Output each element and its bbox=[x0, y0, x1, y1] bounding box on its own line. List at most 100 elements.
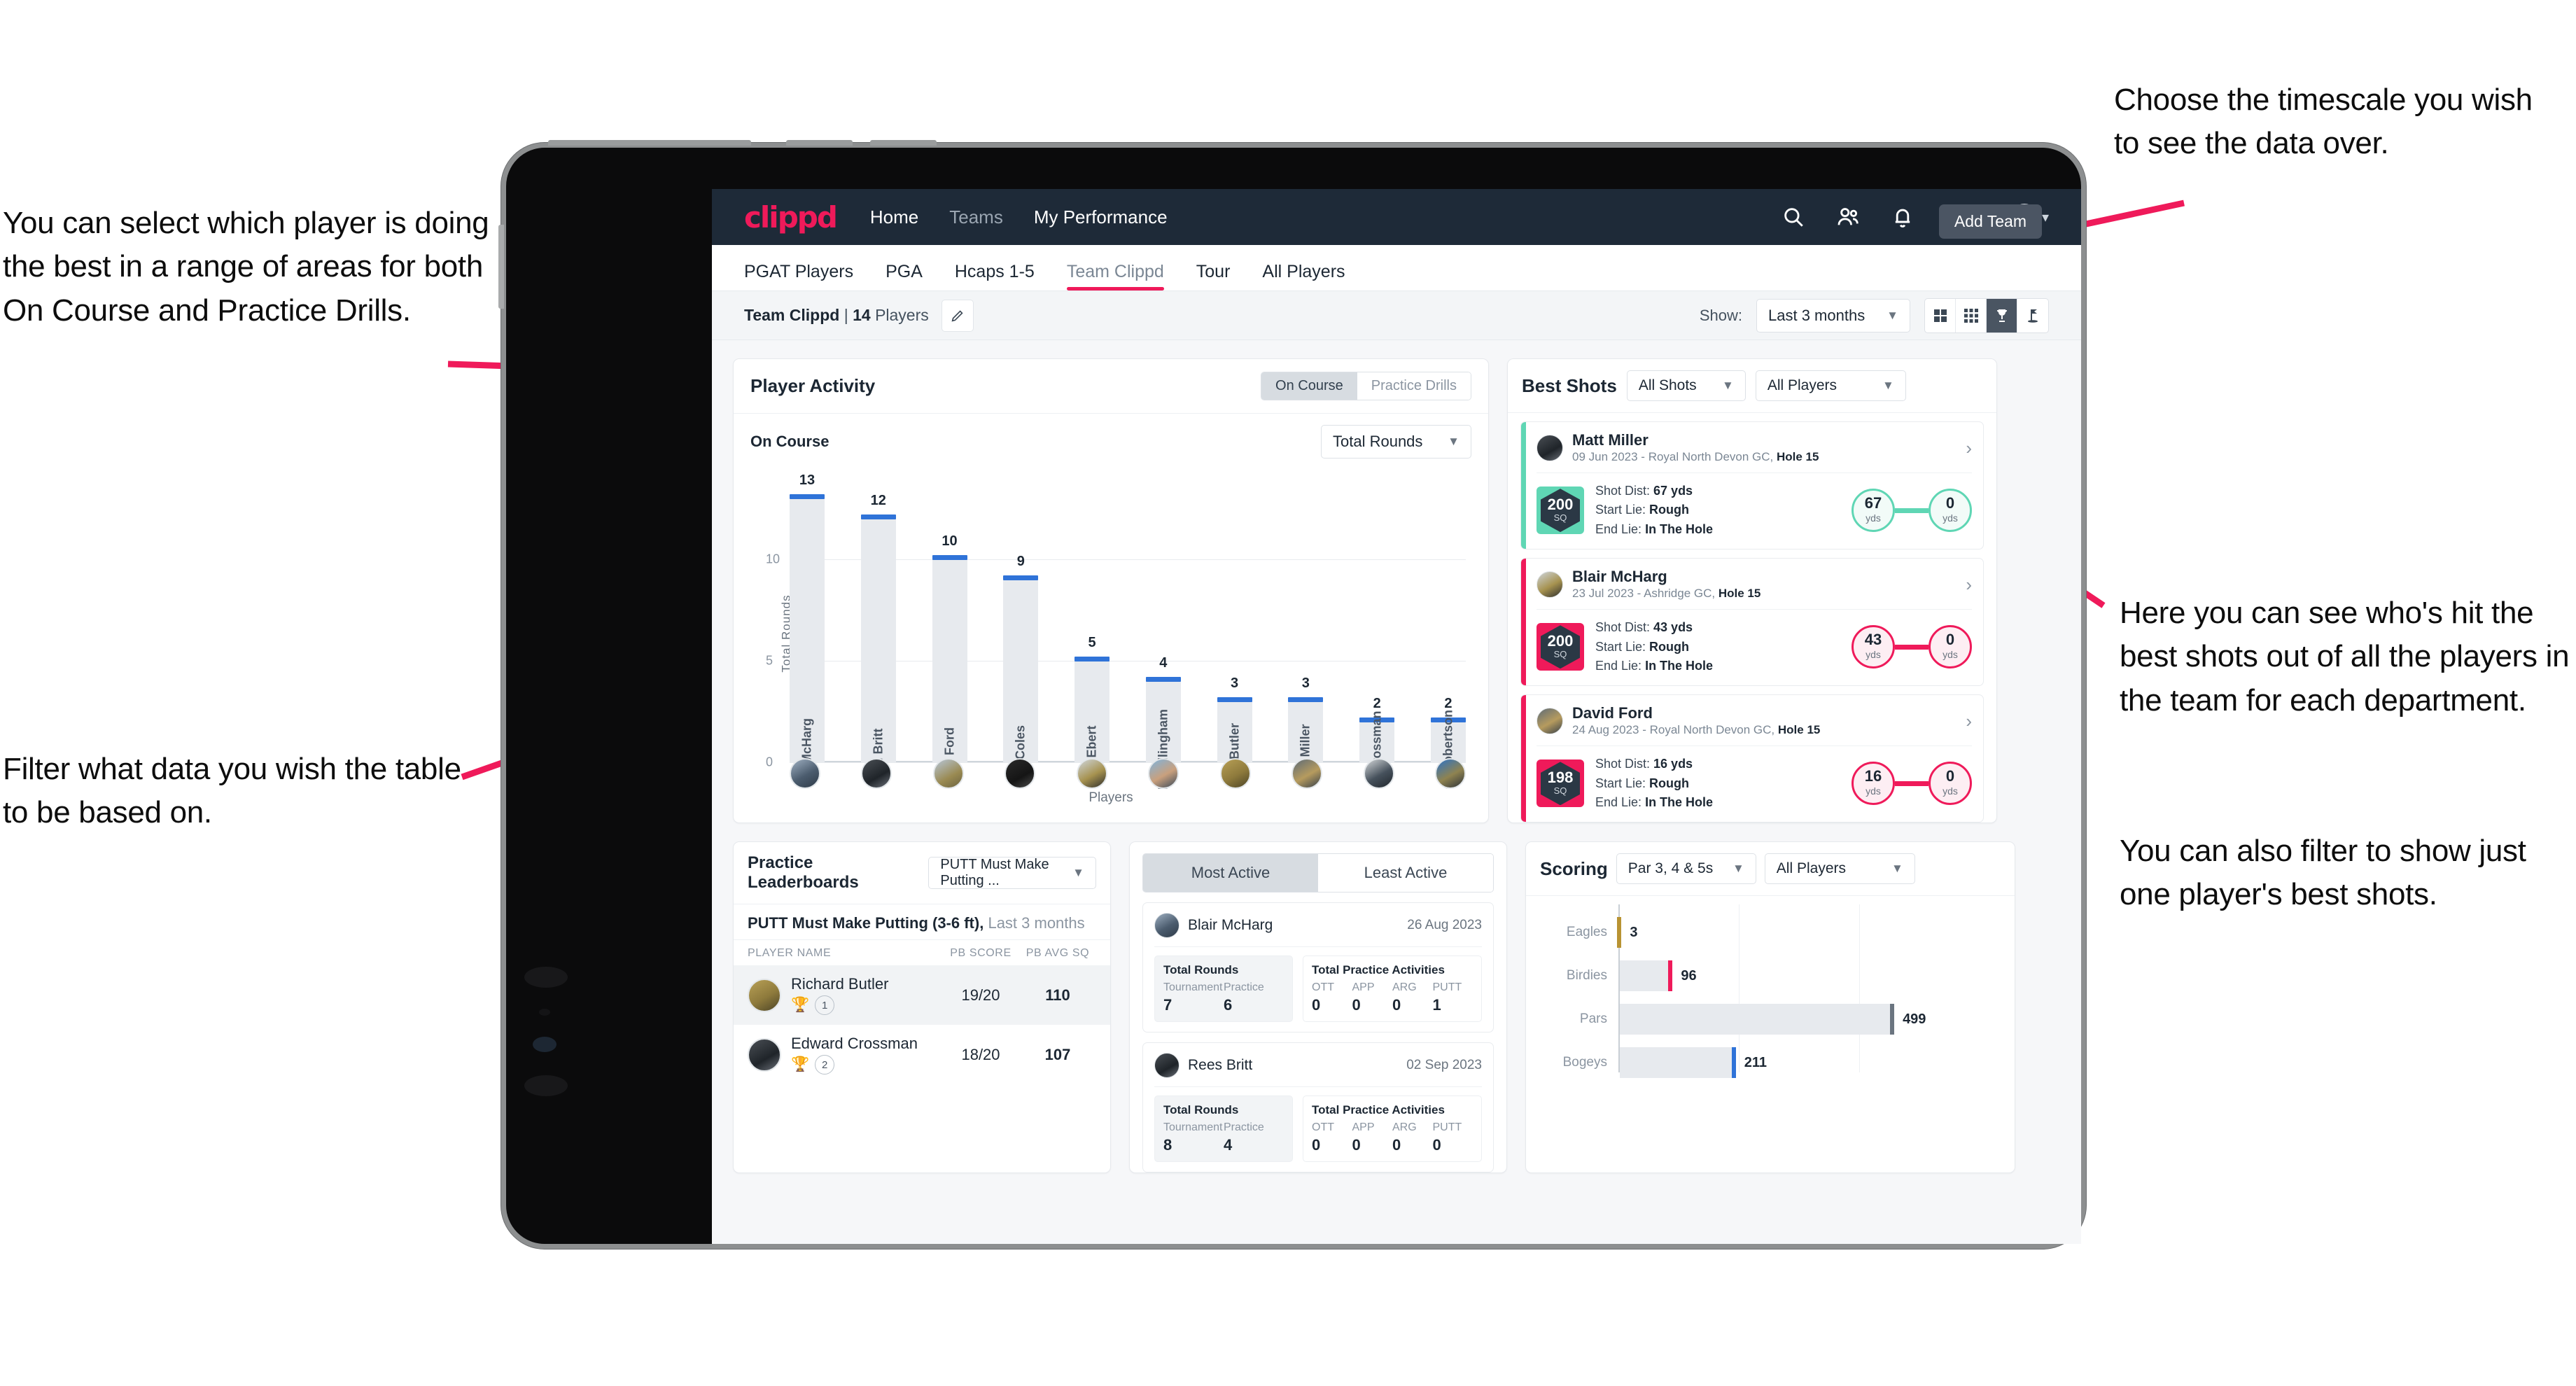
view-golf-flag-button[interactable] bbox=[2017, 299, 2048, 332]
chart-bar-group[interactable]: 12 R. Britt bbox=[860, 478, 896, 771]
player-avatar[interactable] bbox=[861, 758, 892, 789]
player-avatar[interactable] bbox=[932, 758, 964, 789]
chart-bar[interactable] bbox=[1620, 960, 1673, 992]
annotation-select-player: You can select which player is doing the… bbox=[3, 206, 489, 328]
player-avatar[interactable] bbox=[1076, 758, 1107, 789]
view-grid-3x3-button[interactable] bbox=[1956, 298, 1987, 332]
player-filter-value: All Players bbox=[1767, 377, 1837, 393]
tab-hcaps-1-5[interactable]: Hcaps 1-5 bbox=[955, 262, 1035, 290]
chart-bar-group[interactable]: 5 E. Ebert bbox=[1074, 478, 1110, 774]
activity-date: 02 Sep 2023 bbox=[1406, 1058, 1482, 1073]
player-activity-subheader: On Course Total Rounds ▼ bbox=[734, 414, 1488, 461]
best-shot-card[interactable]: Matt Miller 09 Jun 2023 - Royal North Dev… bbox=[1520, 421, 1984, 550]
practice-stat: OTT 0 bbox=[1312, 981, 1352, 1014]
golf-flag-icon bbox=[2028, 309, 2038, 323]
shot-quality-value: 200 bbox=[1547, 631, 1574, 650]
table-row[interactable]: Edward Crossman 🏆 2 18/20 107 bbox=[734, 1025, 1110, 1084]
chart-bar-group[interactable]: 3 M. Miller bbox=[1288, 478, 1324, 775]
chart-bar-group[interactable]: 9 J. Coles bbox=[1003, 478, 1039, 774]
view-grid-2x2-button[interactable] bbox=[1925, 298, 1956, 332]
chart-bar[interactable] bbox=[1620, 1047, 1736, 1079]
shot-filter-select[interactable]: All Shots ▼ bbox=[1626, 370, 1746, 401]
nav-link-home[interactable]: Home bbox=[870, 206, 918, 228]
best-shot-body: 200 SQ Shot Dist: 67 yds Start Lie: Rough En… bbox=[1521, 473, 1983, 549]
player-avatar[interactable] bbox=[1219, 758, 1251, 789]
grid-2x2-icon bbox=[1933, 309, 1947, 322]
chart-bar-group[interactable]: 10 D. Ford bbox=[932, 478, 967, 771]
best-shot-player-name: Matt Miller bbox=[1572, 431, 1648, 449]
clippd-logo[interactable]: clippd bbox=[744, 200, 838, 234]
tab-tour[interactable]: Tour bbox=[1196, 262, 1231, 290]
chart-bar[interactable] bbox=[1620, 1004, 1895, 1035]
rounds-stat-key: Practice bbox=[1224, 1121, 1264, 1134]
drill-select[interactable]: PUTT Must Make Putting ... ▼ bbox=[928, 857, 1096, 890]
leaderboard-period: Last 3 months bbox=[988, 914, 1085, 932]
practice-leaderboards-header: Practice Leaderboards PUTT Must Make Put… bbox=[734, 842, 1110, 904]
player-avatar[interactable] bbox=[1434, 758, 1466, 789]
practice-stat: APP 0 bbox=[1352, 981, 1393, 1014]
metric-select[interactable]: Total Rounds ▼ bbox=[1321, 425, 1471, 458]
divider bbox=[1154, 946, 1482, 948]
bell-icon[interactable] bbox=[1891, 205, 1914, 229]
tab-most-active[interactable]: Most Active bbox=[1143, 854, 1318, 892]
people-icon[interactable] bbox=[1836, 205, 1860, 229]
best-shot-card[interactable]: David Ford 24 Aug 2023 - Royal North Devo… bbox=[1520, 694, 1984, 823]
edit-team-button[interactable] bbox=[941, 299, 974, 332]
chart-bar-group[interactable]: 3 R. Butler bbox=[1217, 478, 1252, 776]
tab-all-players[interactable]: All Players bbox=[1262, 262, 1345, 290]
tab-team-clippd[interactable]: Team Clippd bbox=[1066, 262, 1164, 290]
player-avatar[interactable] bbox=[1148, 758, 1180, 789]
chart-bar-group[interactable]: 4 D. Billingham bbox=[1145, 478, 1181, 790]
shot-connector bbox=[1895, 780, 1928, 786]
scoring-player-filter-select[interactable]: All Players ▼ bbox=[1764, 853, 1915, 885]
rounds-stat-key: Tournament bbox=[1163, 1121, 1223, 1134]
chevron-right-icon[interactable]: › bbox=[1966, 574, 1972, 596]
total-practice-stats: OTT 0 APP 0 ARG 0 PUTT 1 bbox=[1312, 981, 1473, 1014]
player-avatar[interactable] bbox=[1004, 758, 1036, 789]
team-name: Team Clippd bbox=[744, 306, 840, 324]
avatar bbox=[748, 1037, 781, 1072]
chevron-right-icon[interactable]: › bbox=[1966, 438, 1972, 459]
player-avatar[interactable] bbox=[1363, 758, 1394, 789]
nav-link-teams[interactable]: Teams bbox=[949, 206, 1003, 228]
shot-start-distance: 67 yds bbox=[1851, 489, 1895, 533]
table-row[interactable]: Richard Butler 🏆 1 19/20 110 bbox=[734, 965, 1110, 1026]
shot-end-distance: 0 yds bbox=[1928, 762, 1972, 806]
activity-player-card[interactable]: Rees Britt 02 Sep 2023 Total Rounds Tournam… bbox=[1142, 1042, 1494, 1173]
segment-on-course[interactable]: On Course bbox=[1261, 372, 1357, 400]
shot-start-distance: 16 yds bbox=[1851, 762, 1895, 806]
timescale-select[interactable]: Last 3 months ▼ bbox=[1756, 298, 1910, 332]
chart-bar-group[interactable]: 13 B. McHarg bbox=[790, 472, 825, 780]
chart-bar-group[interactable]: Bogeys 211 bbox=[1543, 1047, 1998, 1079]
activity-player-name: Rees Britt bbox=[1188, 1057, 1253, 1074]
chart-bar-group[interactable]: Birdies 96 bbox=[1543, 960, 1998, 992]
nav-link-my-performance[interactable]: My Performance bbox=[1034, 206, 1168, 228]
primary-nav: Home Teams My Performance bbox=[870, 206, 1168, 228]
tab-pga[interactable]: PGA bbox=[886, 262, 923, 290]
tablet-button bbox=[786, 140, 853, 146]
search-icon[interactable] bbox=[1782, 205, 1805, 229]
chart-bar-group[interactable]: Pars 499 bbox=[1543, 1004, 1998, 1035]
y-axis-tick: 5 bbox=[766, 653, 774, 668]
chart-bar-group[interactable]: Eagles 3 bbox=[1543, 917, 1998, 948]
chart-bar[interactable] bbox=[1617, 917, 1622, 948]
player-avatar[interactable] bbox=[790, 758, 820, 789]
activity-player-card[interactable]: Blair McHarg 26 Aug 2023 Total Rounds Tourn… bbox=[1142, 902, 1494, 1033]
practice-stat: APP 0 bbox=[1352, 1121, 1393, 1154]
chart-bar-group[interactable]: 2 E. Crossman bbox=[1359, 478, 1395, 788]
team-summary: Team Clippd | 14 Players bbox=[744, 306, 929, 325]
tab-pgat-players[interactable]: PGAT Players bbox=[744, 262, 853, 290]
par-filter-select[interactable]: Par 3, 4 & 5s ▼ bbox=[1616, 853, 1756, 885]
total-rounds-title: Total Rounds bbox=[1163, 1103, 1239, 1117]
segment-practice-drills[interactable]: Practice Drills bbox=[1357, 372, 1471, 400]
chart-bar[interactable] bbox=[860, 514, 896, 762]
chevron-down-icon: ▼ bbox=[1721, 379, 1734, 392]
tab-least-active[interactable]: Least Active bbox=[1318, 854, 1493, 892]
player-avatar[interactable] bbox=[1292, 758, 1323, 789]
view-trophy-button[interactable] bbox=[1987, 298, 2017, 332]
best-shot-card[interactable]: Blair McHarg 23 Jul 2023 - Ashridge GC, H… bbox=[1520, 558, 1984, 687]
chart-bar-group[interactable]: 2 C. Robertson bbox=[1430, 478, 1466, 789]
player-filter-select[interactable]: All Players ▼ bbox=[1755, 370, 1906, 401]
shot-end-unit: yds bbox=[1942, 512, 1958, 524]
chevron-right-icon[interactable]: › bbox=[1966, 710, 1972, 732]
